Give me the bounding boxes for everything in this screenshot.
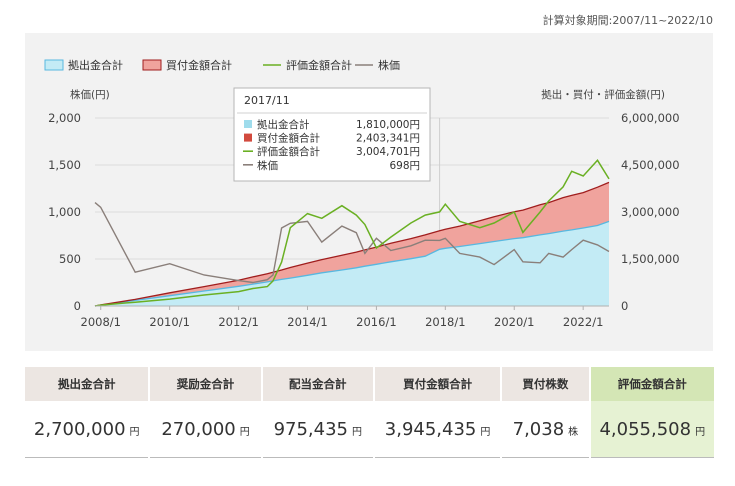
tooltip-value: 2,403,341円: [356, 133, 420, 145]
right-tick-label: 1,500,000: [621, 252, 680, 266]
summary-header: 配当金合計: [261, 367, 375, 401]
left-tick-label: 0: [74, 299, 81, 313]
x-tick-label: 2018/1: [425, 315, 465, 329]
tooltip-label: 評価金額合計: [257, 145, 320, 158]
summary-unit: 円: [352, 426, 362, 438]
legend-item: 株価: [355, 58, 400, 72]
area-series: [95, 182, 609, 306]
summary-unit: 円: [239, 426, 250, 438]
summary-table: 拠出金合計 奨励金合計 配当金合計 買付金額合計 買付株数 評価金額合計 2,700,00…: [25, 367, 714, 458]
tooltip-title: 2017/11: [244, 94, 290, 107]
summary-header: 買付株数: [501, 367, 591, 401]
tooltip: 2017/11 拠出金合計 1,810,000円買付金額合計 2,403,341円評…: [233, 87, 431, 182]
legend-item: 買付金額合計: [142, 58, 232, 72]
x-tick-label: 2020/1: [494, 315, 534, 329]
tooltip-value: 698円: [389, 160, 420, 172]
right-axis-label: 拠出・買付・評価金額(円): [541, 88, 665, 101]
summary-header: 奨励金合計: [149, 367, 263, 401]
right-tick-label: 0: [621, 299, 628, 313]
legend-swatch: [142, 59, 162, 71]
x-tick-label: 2022/1: [563, 315, 603, 329]
x-tick-label: 2012/1: [218, 315, 258, 329]
summary-value: 7,038 株: [501, 401, 591, 458]
summary-header: 評価金額合計: [589, 367, 714, 401]
x-tick-label: 2010/1: [149, 315, 189, 329]
tooltip-label: 買付金額合計: [257, 132, 320, 145]
chart-panel: 拠出金合計 買付金額合計 評価金額合計 株価 株価(円) 拠出・買付・評価金額(円) …: [25, 33, 713, 351]
summary-amount: 3,945,435: [384, 418, 477, 440]
tooltip-value: 3,004,701円: [356, 146, 420, 158]
summary-value: 2,700,000 円: [25, 401, 151, 458]
legend-label: 評価金額合計: [286, 58, 352, 72]
summary-amount: 7,038: [512, 418, 565, 440]
summary-value: 270,000 円: [149, 401, 263, 458]
left-tick-label: 500: [59, 252, 81, 266]
legend: 拠出金合計 買付金額合計 評価金額合計 株価: [44, 58, 400, 72]
tooltip-label: 株価: [257, 159, 278, 172]
tooltip-swatch: [244, 133, 252, 142]
summary-unit: 円: [480, 426, 491, 438]
summary-unit: 株: [568, 426, 579, 438]
right-tick-label: 4,500,000: [621, 158, 680, 172]
summary-unit: 円: [129, 426, 140, 438]
x-tick-label: 2008/1: [81, 315, 121, 329]
legend-item: 評価金額合計: [263, 58, 352, 72]
left-tick-label: 1,000: [48, 205, 81, 219]
left-tick-label: 2,000: [48, 111, 81, 125]
summary-header: 買付金額合計: [373, 367, 503, 401]
legend-label: 買付金額合計: [166, 58, 232, 72]
tooltip-swatch: [244, 120, 252, 128]
left-axis-label: 株価(円): [70, 88, 110, 101]
legend-swatch: [44, 59, 64, 71]
tooltip-value: 1,810,000円: [356, 119, 420, 131]
summary-unit: 円: [695, 426, 706, 438]
tooltip-label: 拠出金合計: [257, 118, 310, 131]
right-tick-label: 3,000,000: [621, 205, 680, 219]
right-tick-label: 6,000,000: [621, 111, 680, 125]
summary-value: 975,435 円: [261, 401, 375, 458]
x-tick-label: 2016/1: [356, 315, 396, 329]
legend-item: 拠出金合計: [44, 58, 123, 72]
summary-header: 拠出金合計: [25, 367, 151, 401]
left-tick-label: 1,500: [48, 158, 81, 172]
summary-amount: 270,000: [161, 418, 236, 440]
period-label: 計算対象期間:2007/11~2022/10: [542, 14, 713, 27]
chart-svg: 拠出金合計 買付金額合計 評価金額合計 株価 株価(円) 拠出・買付・評価金額(円) …: [44, 58, 680, 329]
legend-label: 拠出金合計: [68, 58, 123, 72]
legend-label: 株価: [378, 58, 400, 72]
summary-value: 4,055,508 円: [589, 401, 714, 458]
summary-amount: 4,055,508: [599, 418, 692, 440]
summary-amount: 975,435: [273, 418, 348, 440]
summary-amount: 2,700,000: [33, 418, 126, 440]
summary-value: 3,945,435 円: [373, 401, 503, 458]
x-tick-label: 2014/1: [287, 315, 327, 329]
